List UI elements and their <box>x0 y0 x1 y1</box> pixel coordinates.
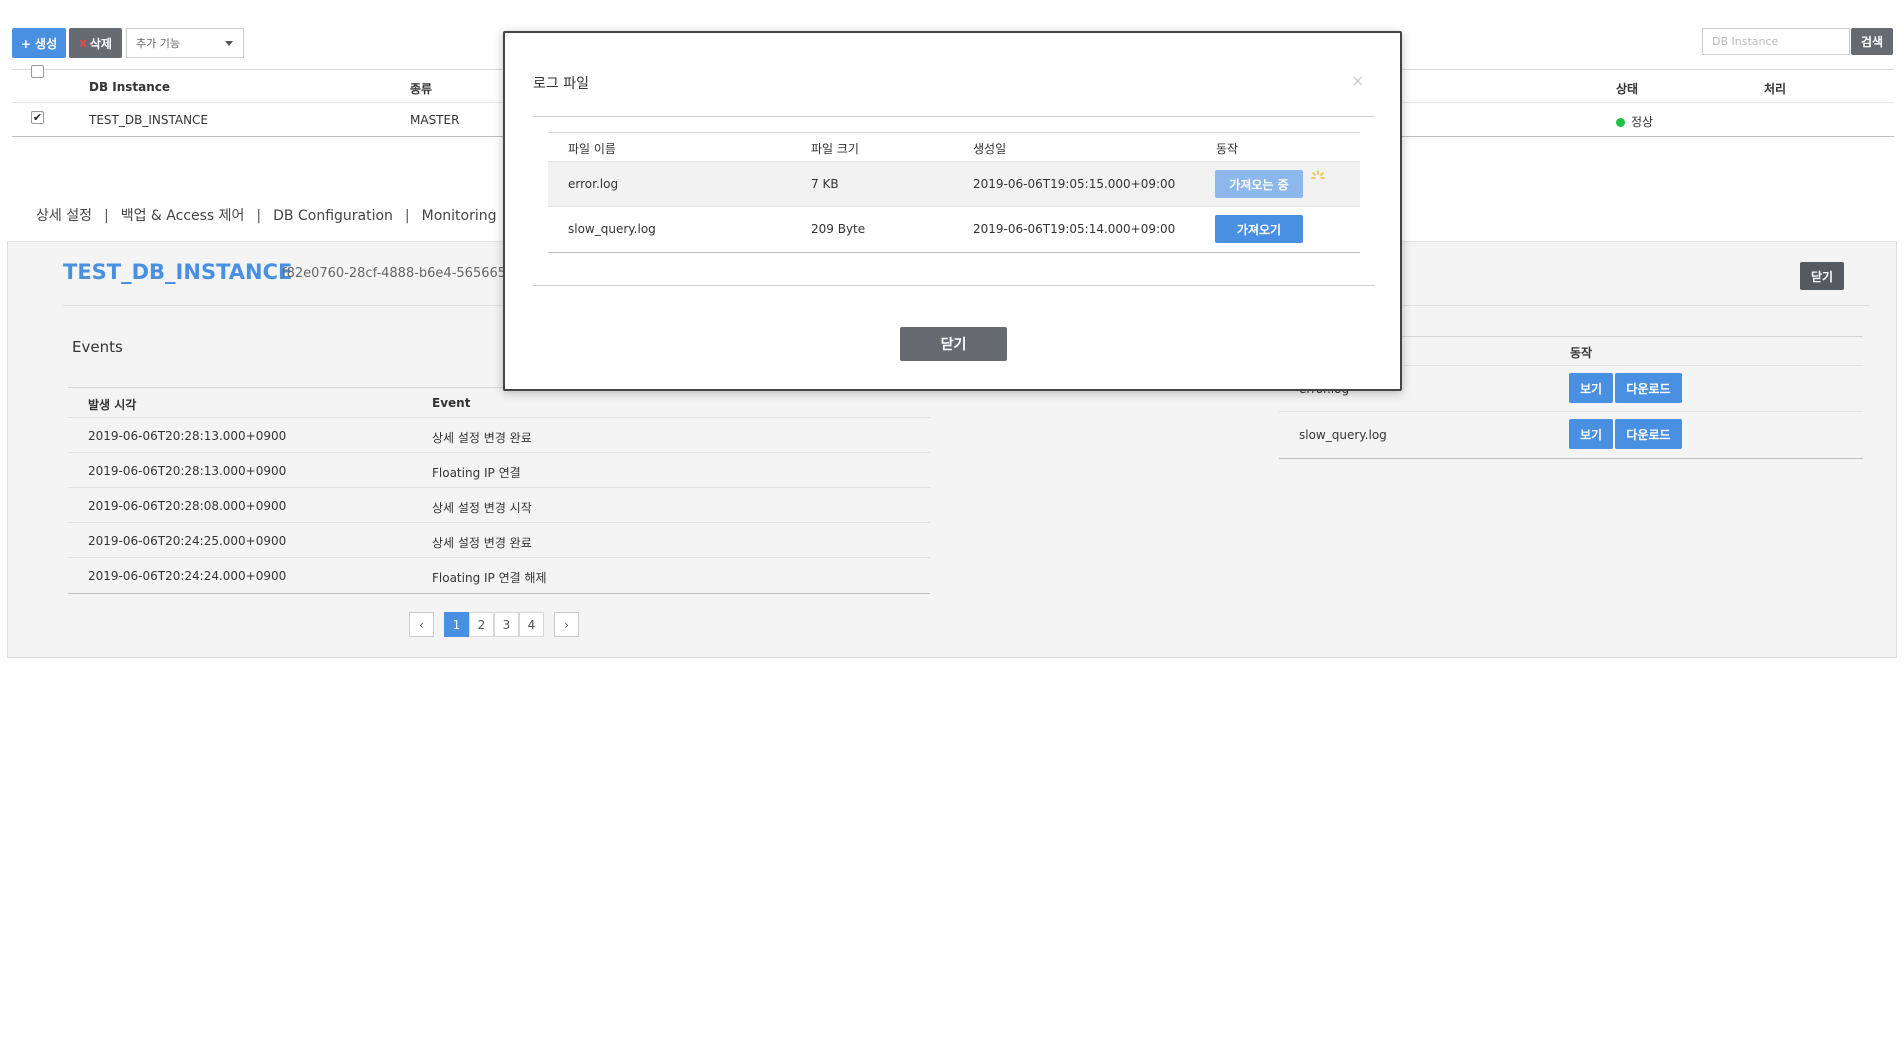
tab-separator: | <box>103 208 109 224</box>
tab-separator: | <box>256 208 262 224</box>
column-header-action: 동작 <box>1216 142 1239 156</box>
delete-button[interactable]: x 삭제 <box>69 28 122 58</box>
file-name: error.log <box>568 177 619 191</box>
file-size: 209 Byte <box>811 222 866 236</box>
tab-monitoring[interactable]: Monitoring <box>422 208 497 224</box>
view-log-button[interactable]: 보기 <box>1569 373 1613 403</box>
column-header-type: 종류 <box>410 82 433 96</box>
close-panel-button[interactable]: 닫기 <box>1800 262 1844 290</box>
instance-type-cell: MASTER <box>410 113 460 127</box>
table-row: error.log 7 KB 2019-06-06T19:05:15.000+0… <box>548 162 1360 207</box>
event-time: 2019-06-06T20:24:25.000+0900 <box>88 534 287 548</box>
table-row: slow_query.log 209 Byte 2019-06-06T19:05… <box>548 207 1360 252</box>
select-all-checkbox[interactable] <box>31 65 44 78</box>
column-header-action: 처리 <box>1764 82 1787 96</box>
pagination: ‹ 1 2 3 4 › <box>409 612 579 637</box>
event-text: 상세 설정 변경 완료 <box>432 536 532 550</box>
page-button-3[interactable]: 3 <box>494 612 519 637</box>
event-text: Floating IP 연결 해제 <box>432 571 547 585</box>
events-table: 발생 시각 Event 2019-06-06T20:28:13.000+0900… <box>68 387 930 594</box>
download-log-button[interactable]: 다운로드 <box>1615 419 1682 449</box>
download-log-button[interactable]: 다운로드 <box>1615 373 1682 403</box>
table-row: 2019-06-06T20:24:25.000+0900 상세 설정 변경 완료 <box>68 523 930 558</box>
modal-title: 로그 파일 <box>533 76 589 92</box>
file-created: 2019-06-06T19:05:14.000+09:00 <box>973 222 1176 236</box>
file-size: 7 KB <box>811 177 839 191</box>
close-icon[interactable]: × <box>1351 71 1364 90</box>
status-badge: 정상 <box>1616 113 1653 130</box>
column-header-event: Event <box>432 396 471 410</box>
instance-id: f82e0760-28cf-4888-b6e4-5656650e2 <box>282 266 531 281</box>
page-button-4[interactable]: 4 <box>519 612 544 637</box>
log-files-modal: 로그 파일 × 파일 이름 파일 크기 생성일 동작 error.log 7 K… <box>503 31 1402 391</box>
next-page-button[interactable]: › <box>554 612 579 637</box>
row-checkbox[interactable]: ✔ <box>31 111 44 124</box>
table-header-row: 파일 이름 파일 크기 생성일 동작 <box>548 133 1360 162</box>
log-file-name: slow_query.log <box>1299 428 1387 442</box>
page-button-1[interactable]: 1 <box>444 612 469 637</box>
tab-settings[interactable]: 상세 설정 <box>36 208 92 224</box>
event-time: 2019-06-06T20:28:13.000+0900 <box>88 429 287 443</box>
more-actions-select[interactable]: 추가 기능 <box>126 28 244 58</box>
event-time: 2019-06-06T20:28:13.000+0900 <box>88 464 287 478</box>
table-row: slow_query.log 보기 다운로드 <box>1279 412 1863 458</box>
search-input[interactable] <box>1702 28 1850 55</box>
page-button-2[interactable]: 2 <box>469 612 494 637</box>
file-created: 2019-06-06T19:05:15.000+09:00 <box>973 177 1176 191</box>
fetching-button[interactable]: 가져오는 중 <box>1215 170 1303 198</box>
event-text: Floating IP 연결 <box>432 466 521 480</box>
divider <box>533 116 1375 117</box>
file-name: slow_query.log <box>568 222 656 236</box>
loading-spinner-icon <box>1311 170 1325 179</box>
create-button[interactable]: + 생성 <box>12 28 66 58</box>
divider <box>533 285 1375 286</box>
table-row: 2019-06-06T20:28:13.000+0900 상세 설정 변경 완료 <box>68 418 930 453</box>
status-label: 정상 <box>1631 115 1654 129</box>
tab-separator: | <box>404 208 410 224</box>
table-row: 2019-06-06T20:28:13.000+0900 Floating IP… <box>68 453 930 488</box>
fetch-button[interactable]: 가져오기 <box>1215 215 1303 243</box>
instance-name-cell: TEST_DB_INSTANCE <box>89 113 209 127</box>
column-header-time: 발생 시각 <box>88 398 137 412</box>
table-row: 2019-06-06T20:24:24.000+0900 Floating IP… <box>68 558 930 593</box>
column-header-status: 상태 <box>1616 82 1639 96</box>
event-text: 상세 설정 변경 시작 <box>432 501 532 515</box>
modal-close-button[interactable]: 닫기 <box>900 327 1007 361</box>
column-header-action: 동작 <box>1570 346 1593 360</box>
event-time: 2019-06-06T20:28:08.000+0900 <box>88 499 287 513</box>
event-time: 2019-06-06T20:24:24.000+0900 <box>88 569 287 583</box>
table-header-row: 발생 시각 Event <box>68 388 930 418</box>
column-header-file-name: 파일 이름 <box>568 142 616 156</box>
column-header-db-instance: DB Instance <box>89 80 171 94</box>
chevron-down-icon <box>225 41 233 46</box>
log-files-table: 파일 이름 파일 크기 생성일 동작 error.log 7 KB 2019-0… <box>548 132 1360 253</box>
event-text: 상세 설정 변경 완료 <box>432 431 532 445</box>
tab-backup-access[interactable]: 백업 & Access 제어 <box>121 208 245 224</box>
status-dot-icon <box>1616 118 1625 127</box>
column-header-created: 생성일 <box>973 142 1007 156</box>
prev-page-button[interactable]: ‹ <box>409 612 434 637</box>
search-button[interactable]: 검색 <box>1851 28 1893 55</box>
close-icon: x <box>79 36 87 50</box>
table-row: 2019-06-06T20:28:08.000+0900 상세 설정 변경 시작 <box>68 488 930 523</box>
instance-title: TEST_DB_INSTANCE <box>63 260 293 284</box>
view-log-button[interactable]: 보기 <box>1569 419 1613 449</box>
events-section-title: Events <box>72 338 123 356</box>
delete-button-label: 삭제 <box>89 36 112 51</box>
detail-tabs: 상세 설정 | 백업 & Access 제어 | DB Configuration | Mo… <box>36 205 535 225</box>
tab-db-configuration[interactable]: DB Configuration <box>273 208 393 224</box>
more-actions-value: 추가 기능 <box>136 37 180 50</box>
column-header-file-size: 파일 크기 <box>811 142 859 156</box>
